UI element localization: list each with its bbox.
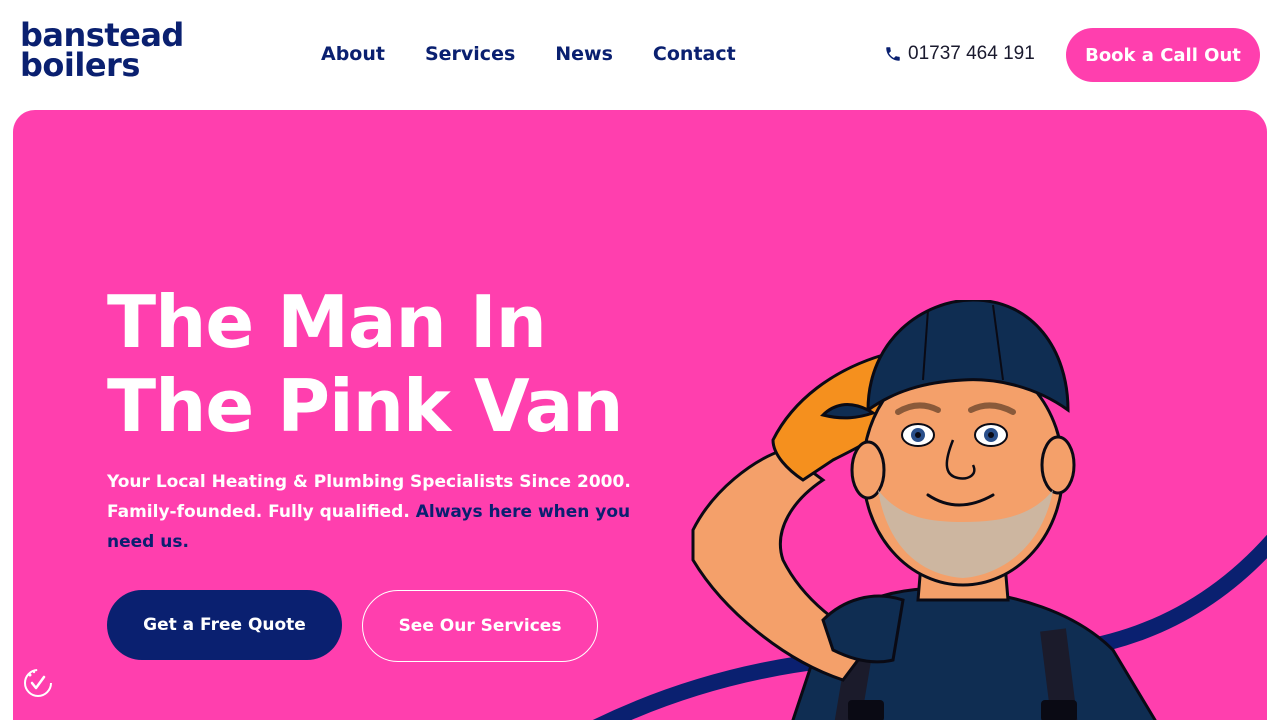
main-nav: About Services News Contact: [321, 42, 736, 66]
nav-news[interactable]: News: [555, 42, 613, 66]
site-header: banstead boilers About Services News Con…: [0, 0, 1280, 110]
phone-number: 01737 464 191: [908, 43, 1035, 64]
saluting-plumber-mascot-icon: [691, 300, 1157, 720]
get-free-quote-button[interactable]: Get a Free Quote: [107, 590, 342, 660]
nav-about[interactable]: About: [321, 42, 385, 66]
hero-title-line-1: The Man In: [107, 280, 547, 364]
see-services-button[interactable]: See Our Services: [362, 590, 598, 662]
hero-title-line-2: The Pink Van: [107, 364, 624, 448]
phone-link[interactable]: 01737 464 191: [884, 42, 1035, 66]
nav-services[interactable]: Services: [425, 42, 515, 66]
logo-line-2: boilers: [20, 46, 140, 84]
hero-section: The Man In The Pink Van Your Local Heati…: [13, 110, 1267, 720]
book-call-out-button[interactable]: Book a Call Out: [1066, 28, 1260, 82]
nav-contact[interactable]: Contact: [653, 42, 736, 66]
phone-icon: [886, 47, 900, 61]
hero-subtitle: Your Local Heating & Plumbing Specialist…: [107, 467, 667, 557]
hero-title: The Man In The Pink Van: [107, 280, 624, 448]
cookie-consent-icon[interactable]: [22, 667, 54, 699]
logo[interactable]: banstead boilers: [20, 19, 205, 90]
